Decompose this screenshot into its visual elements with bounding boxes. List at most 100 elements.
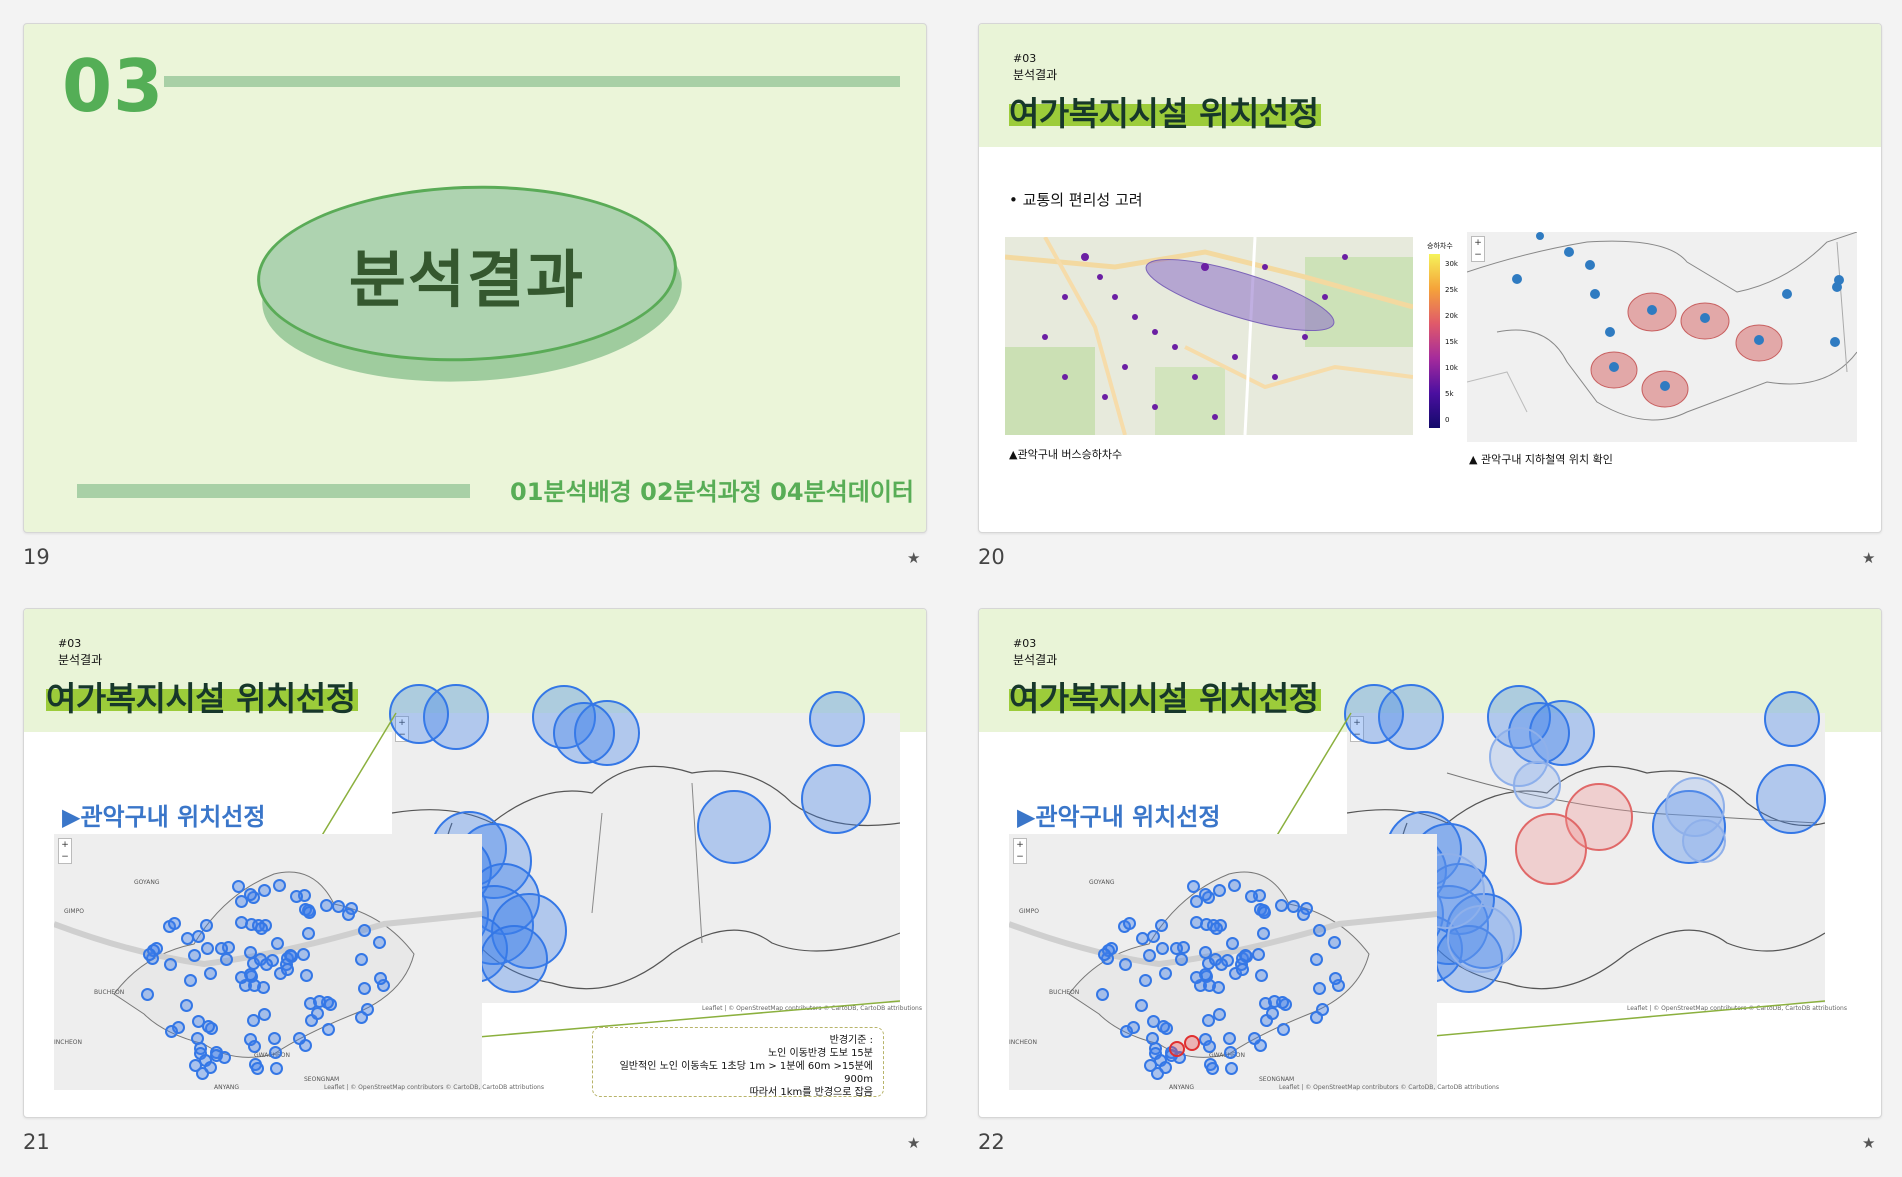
colorbar-tick: 5k — [1445, 390, 1454, 398]
facility-dot — [1134, 998, 1148, 1012]
facility-dot — [319, 899, 333, 913]
top-divider — [164, 76, 900, 87]
overview-attribution: Leaflet | © OpenStreetMap contributors ©… — [324, 1084, 544, 1091]
facility-dot — [243, 945, 257, 959]
facility-dot — [1210, 921, 1224, 935]
facility-dot — [1142, 948, 1156, 962]
facility-dot — [1227, 878, 1241, 892]
star-icon[interactable]: ★ — [907, 549, 920, 567]
facility-dot — [1225, 936, 1239, 950]
colorbar-tick: 25k — [1445, 286, 1458, 294]
facility-dot — [1212, 883, 1226, 897]
facility-dot — [1265, 1006, 1279, 1020]
facility-dot — [179, 998, 193, 1012]
facility-dot — [1205, 1062, 1219, 1076]
star-icon[interactable]: ★ — [1862, 549, 1875, 567]
map-place-label: SEONGNAM — [1259, 1076, 1295, 1083]
selected-site-dot — [1169, 1041, 1185, 1057]
facility-dot — [1158, 966, 1172, 980]
facility-dot — [1309, 1011, 1323, 1025]
facility-dot — [272, 878, 286, 892]
slide-20-thumbnail[interactable]: #03 분석결과 여가복지시설 위치선정 • 교통의 편리성 고려 승하차수 3… — [978, 23, 1882, 533]
zoom-control[interactable]: + − — [58, 838, 72, 864]
bottom-divider — [77, 484, 470, 498]
criteria-line: 노인 이동반경 도보 15분 — [767, 1048, 873, 1059]
facility-dot — [1097, 947, 1111, 961]
map-place-label: SEONGNAM — [304, 1076, 340, 1083]
bus-heatmap-svg — [1005, 237, 1413, 435]
slide-title: 분석결과 — [348, 242, 586, 316]
zoom-control[interactable]: + − — [1471, 236, 1485, 262]
criteria-line: 일반적인 노인 이동속도 1초당 1m > 1분에 60m >15분에 900m — [619, 1061, 873, 1085]
facility-dot — [165, 1024, 179, 1038]
facility-dot — [187, 948, 201, 962]
facility-dot — [1214, 958, 1228, 972]
facility-dot — [321, 1022, 335, 1036]
bus-caption: ▲관악구내 버스승하차수 — [1009, 448, 1123, 461]
facility-dot — [1327, 935, 1341, 949]
radius-criteria-box: 반경기준 : 노인 이동반경 도보 15분 일반적인 노인 이동속도 1초당 1… — [592, 1027, 884, 1098]
facility-dot — [1135, 931, 1149, 945]
facility-dot — [196, 1067, 209, 1080]
criteria-line: 따라서 1km를 반경으로 잡음 — [749, 1087, 873, 1098]
slide-number-21: 21 — [23, 1130, 50, 1154]
facility-dot — [1203, 1039, 1217, 1053]
slide-subtitle: 분석결과 — [1013, 68, 1058, 82]
map-place-label: BUCHEON — [94, 989, 125, 996]
section-links: 01분석배경 02분석과정 04분석데이터 — [510, 478, 914, 506]
facility-dot — [234, 970, 248, 984]
facility-dot — [1235, 963, 1249, 977]
colorbar-title: 승하차수 — [1427, 242, 1453, 250]
facility-dot — [259, 958, 273, 972]
section-number: 03 — [62, 44, 165, 128]
facility-dot — [354, 1011, 368, 1025]
bullet-text: • 교통의 편리성 고려 — [1009, 191, 1143, 209]
map-place-label: GOYANG — [134, 879, 160, 886]
facility-dot — [372, 935, 386, 949]
facility-dot — [1213, 1007, 1227, 1021]
star-icon[interactable]: ★ — [907, 1134, 920, 1152]
facility-dot — [292, 1031, 306, 1045]
slide-22-thumbnail[interactable]: #03 분석결과 여가복지시설 위치선정 + − Leaflet | © Open… — [978, 608, 1882, 1118]
subway-map — [1467, 232, 1857, 442]
colorbar-tick: 15k — [1445, 338, 1458, 346]
subway-map-svg — [1467, 232, 1857, 421]
facility-dot — [1274, 899, 1288, 913]
selected-site-dot — [1184, 1035, 1200, 1051]
facility-dot — [280, 963, 294, 977]
slide-21-thumbnail[interactable]: #03 분석결과 여가복지시설 위치선정 + − Leaflet | © Open… — [23, 608, 927, 1118]
facility-dot — [270, 936, 284, 950]
zoom-control[interactable]: + − — [1013, 838, 1027, 864]
facility-dot — [1123, 916, 1136, 930]
map-place-label: ANYANG — [214, 1084, 240, 1091]
facility-dot — [142, 947, 156, 961]
facility-dot — [250, 1062, 264, 1076]
facility-dot — [1120, 1024, 1134, 1038]
facility-dot — [341, 907, 355, 921]
facility-dot — [1151, 1067, 1164, 1080]
colorbar-tick: 20k — [1445, 312, 1458, 320]
facility-dot — [210, 1049, 223, 1062]
facility-dot — [1247, 1031, 1261, 1045]
facility-dot — [180, 931, 194, 945]
map-place-label: BUCHEON — [1049, 989, 1080, 996]
slide-19-thumbnail[interactable]: 03 분석결과 01분석배경 02분석과정 04분석데이터 — [23, 23, 927, 533]
facility-dot — [357, 981, 371, 995]
facility-dot — [257, 883, 271, 897]
section-heading: ▶관악구내 위치선정 — [1017, 803, 1221, 831]
facility-dot — [1198, 945, 1212, 959]
slide-code: #03 — [1013, 52, 1037, 65]
facility-dot — [283, 949, 297, 963]
facility-dot — [168, 916, 181, 930]
facility-dot — [203, 966, 217, 980]
star-icon[interactable]: ★ — [1862, 1134, 1875, 1152]
map-place-label: GIMPO — [1019, 908, 1039, 915]
facility-dot — [1276, 1022, 1290, 1036]
colorbar-tick: 30k — [1445, 260, 1458, 268]
colorbar-tick: 0 — [1445, 416, 1450, 424]
facility-dot — [1328, 971, 1342, 985]
colorbar-tick: 10k — [1445, 364, 1458, 372]
facility-dot — [373, 971, 387, 985]
slide-number-22: 22 — [978, 1130, 1005, 1154]
facility-dot — [1238, 949, 1252, 963]
